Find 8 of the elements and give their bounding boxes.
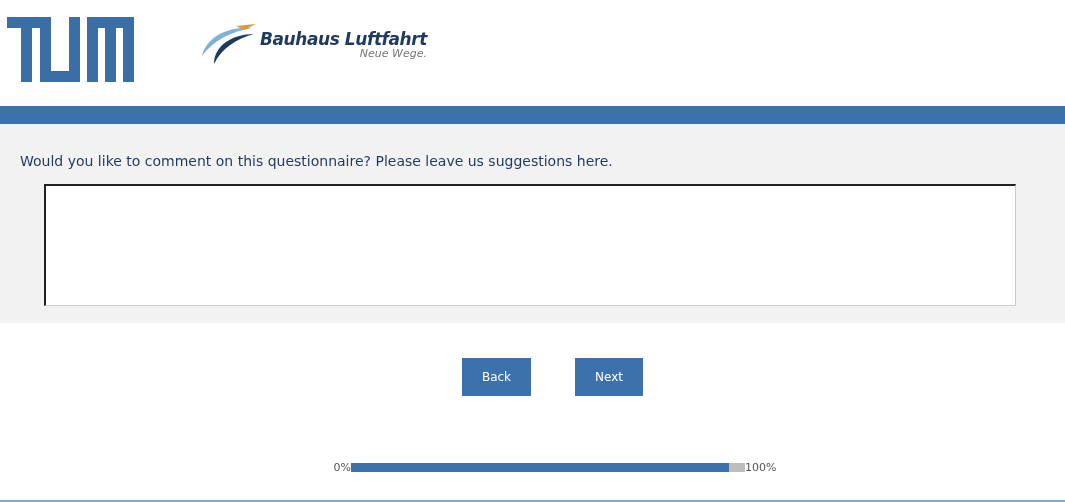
progress-start-label: 0%	[333, 459, 351, 476]
partner-tagline: Neue Wege.	[359, 48, 427, 60]
nav-button[interactable]: Next	[575, 357, 644, 396]
question-text: Would you like to comment on this questionnaire? Please leave us suggestions here.	[20, 151, 614, 171]
progress-end-label: 100%	[745, 459, 777, 476]
comment-field[interactable]	[44, 183, 1016, 306]
partner-name: Bauhaus Luftfahrt	[260, 31, 427, 49]
nav-button[interactable]: Back	[461, 357, 532, 396]
